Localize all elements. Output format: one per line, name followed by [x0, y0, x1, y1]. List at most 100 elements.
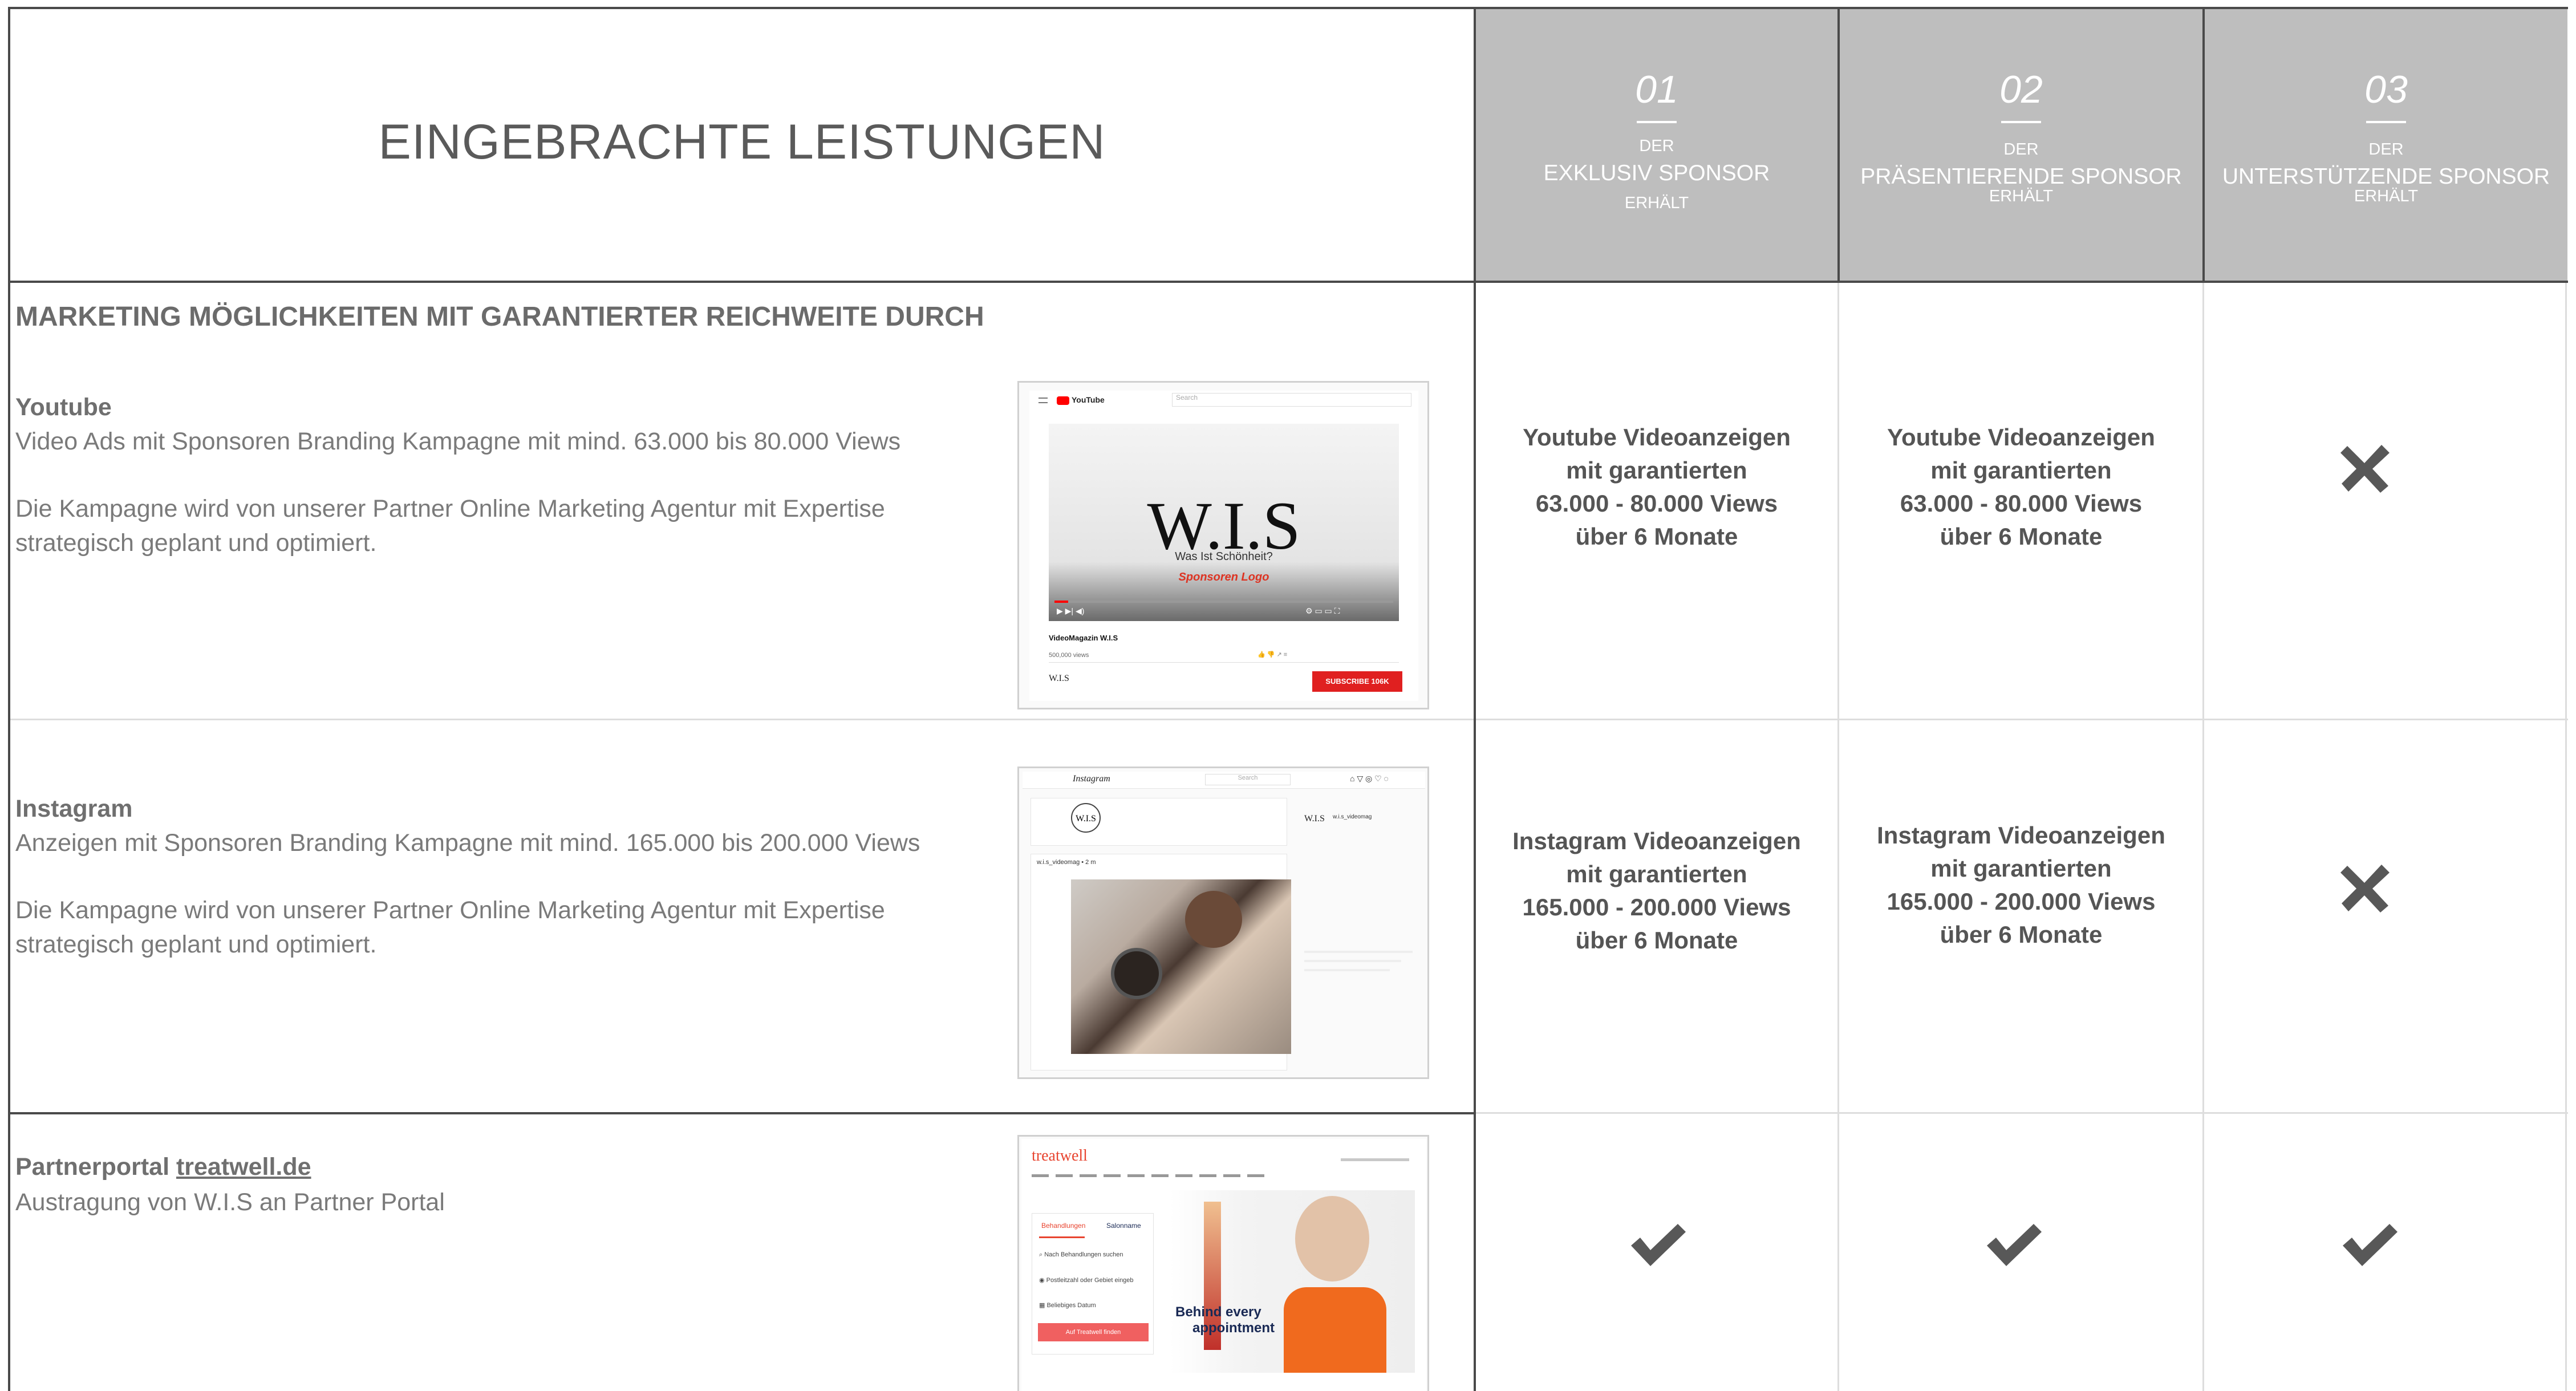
- column-number: 03: [2364, 68, 2408, 111]
- treatment-search-input: ⌕ Nach Behandlungen suchen: [1039, 1251, 1123, 1258]
- sidebar-text-line: [1304, 960, 1401, 962]
- number-underline: [1637, 121, 1677, 123]
- cell-line: mit garantierten: [1930, 855, 2112, 882]
- page-title: EINGEBRACHTE LEISTUNGEN: [378, 115, 1106, 169]
- sponsor-logo: Sponsoren Logo: [1178, 571, 1269, 583]
- date-input: ▦ Beliebiges Datum: [1039, 1302, 1096, 1309]
- cell-line: Youtube Videoanzeigen: [1523, 424, 1791, 451]
- column-post: ERHÄLT: [1624, 194, 1689, 212]
- youtube-logo-icon: [1057, 396, 1069, 405]
- col-divider-light-3: [2565, 283, 2567, 1391]
- cell-line: 165.000 - 200.000 Views: [1887, 888, 2156, 915]
- play-icon: ▶ ▶| ◀): [1057, 606, 1085, 615]
- post-handle: w.i.s_videomag • 2 m: [1037, 859, 1096, 866]
- divider: [1049, 662, 1399, 663]
- location-input: ◉ Postleitzahl oder Gebiet eingeb: [1039, 1277, 1134, 1284]
- cell-line: 63.000 - 80.000 Views: [1900, 490, 2143, 517]
- field-label: Nach Behandlungen suchen: [1044, 1251, 1123, 1258]
- cell-youtube-col2: Youtube Videoanzeigen mit garantierten 6…: [1840, 421, 2202, 553]
- row-title-instagram: Instagram: [15, 795, 133, 822]
- row-desc-youtube-3: strategisch geplant und optimiert.: [15, 529, 377, 557]
- row-title-prefix: Partnerportal: [15, 1153, 176, 1181]
- treatwell-brand: treatwell: [1032, 1147, 1088, 1165]
- model-face: [1295, 1196, 1369, 1281]
- x-mark-icon: [2340, 445, 2390, 493]
- x-mark-icon: [2340, 865, 2390, 913]
- table-left-border: [8, 7, 10, 1391]
- cell-line: über 6 Monate: [1940, 523, 2103, 550]
- row-desc-instagram-3: strategisch geplant und optimiert.: [15, 931, 377, 958]
- person: [1185, 891, 1242, 948]
- player-controls-icon: ⚙ ▭ ▭ ⛶: [1305, 606, 1340, 615]
- field-label: Beliebiges Datum: [1046, 1302, 1096, 1309]
- row-divider-light: [10, 719, 1474, 720]
- youtube-screenshot: YouTube Search W.I.S Was Ist Schönheit? …: [1017, 381, 1429, 709]
- hero-headline-2: appointment: [1192, 1320, 1275, 1336]
- header-column-2: 02 DER PRÄSENTIERENDE SPONSOR ERHÄLT: [1840, 9, 2202, 281]
- hero-headline-1: Behind every: [1175, 1304, 1261, 1320]
- cell-line: 165.000 - 200.000 Views: [1522, 894, 1791, 920]
- header-bottom-border: [8, 281, 2568, 283]
- sidebar-text-line: [1304, 951, 1413, 953]
- instagram-topbar: Instagram Search ⌂ ▽ ◎ ♡ ◌: [1023, 772, 1425, 789]
- row-divider-light-right: [1476, 719, 2568, 720]
- column-name: UNTERSTÜTZENDE SPONSOR: [2222, 164, 2550, 189]
- row-title-youtube: Youtube: [15, 394, 112, 421]
- treatwell-screenshot: treatwell Behind every appointment Behan…: [1017, 1135, 1429, 1391]
- column-post: ERHÄLT: [1989, 187, 2054, 205]
- instagram-brand: Instagram: [1073, 774, 1110, 784]
- hand-mirror: [1111, 948, 1162, 999]
- number-underline: [2001, 121, 2041, 123]
- progress-track: [1054, 601, 1393, 603]
- treatwell-login: [1341, 1158, 1409, 1161]
- col-divider-light-1: [1837, 283, 1839, 1391]
- row-desc-instagram-2: Die Kampagne wird von unserer Partner On…: [15, 897, 885, 924]
- column-pre: DER: [1639, 137, 1674, 155]
- post-video: [1071, 879, 1291, 1054]
- instagram-screenshot: Instagram Search ⌂ ▽ ◎ ♡ ◌ W.I.S W.I.S w…: [1017, 767, 1429, 1079]
- tab-underline: [1039, 1236, 1085, 1238]
- post-card: w.i.s_videomag • 2 m: [1031, 854, 1291, 1070]
- treatwell-page: treatwell Behind every appointment Behan…: [1021, 1139, 1426, 1391]
- cell-line: Youtube Videoanzeigen: [1887, 424, 2155, 451]
- treatwell-nav: [1032, 1174, 1271, 1177]
- row-title-partnerportal: Partnerportal treatwell.de: [15, 1153, 311, 1181]
- column-number: 01: [1635, 68, 1678, 111]
- row-divider-light-right-2: [1476, 1112, 2568, 1114]
- column-pre: DER: [2003, 140, 2039, 159]
- cell-youtube-col1: Youtube Videoanzeigen mit garantierten 6…: [1476, 421, 1837, 553]
- instagram-nav-icon: ⌂ ▽ ◎ ♡ ◌: [1350, 774, 1389, 783]
- progress-fill: [1054, 601, 1068, 603]
- col-divider-light-2: [2202, 283, 2204, 1391]
- cell-instagram-col1: Instagram Videoanzeigen mit garantierten…: [1476, 825, 1837, 957]
- video-title: VideoMagazin W.I.S: [1049, 634, 1118, 642]
- field-label: Postleitzahl oder Gebiet eingeb: [1046, 1277, 1134, 1284]
- check-mark-icon: [1987, 1224, 2042, 1266]
- model-top: [1284, 1287, 1386, 1373]
- subscribe-button: SUBSCRIBE 106K: [1312, 671, 1402, 692]
- row-desc-youtube-1: Video Ads mit Sponsoren Branding Kampagn…: [15, 428, 901, 455]
- find-button: Auf Treatwell finden: [1038, 1323, 1149, 1341]
- row-desc-youtube-2: Die Kampagne wird von unserer Partner On…: [15, 495, 885, 522]
- row-desc-instagram-1: Anzeigen mit Sponsoren Branding Kampagne…: [15, 829, 920, 857]
- cell-line: mit garantierten: [1566, 457, 1747, 484]
- treatwell-link[interactable]: treatwell.de: [176, 1153, 311, 1181]
- column-pre: DER: [2368, 140, 2404, 159]
- column-number: 02: [1999, 68, 2043, 111]
- stories-bar: W.I.S: [1031, 798, 1287, 846]
- cell-line: 63.000 - 80.000 Views: [1535, 490, 1778, 517]
- cell-line: mit garantierten: [1930, 457, 2112, 484]
- number-underline: [2366, 121, 2406, 123]
- cell-instagram-col2: Instagram Videoanzeigen mit garantierten…: [1840, 819, 2202, 951]
- tab-behandlungen: Behandlungen: [1041, 1222, 1086, 1230]
- search-card: Behandlungen Salonname ⌕ Nach Behandlung…: [1032, 1213, 1154, 1354]
- column-name: EXKLUSIV SPONSOR: [1543, 161, 1770, 185]
- wis-tagline: Was Ist Schönheit?: [1175, 550, 1273, 563]
- header-column-3: 03 DER UNTERSTÜTZENDE SPONSOR ERHÄLT: [2205, 9, 2567, 281]
- check-mark-icon: [1631, 1224, 1686, 1266]
- section-title: MARKETING MÖGLICHKEITEN MIT GARANTIERTER…: [15, 302, 984, 332]
- cell-line: Instagram Videoanzeigen: [1512, 828, 1801, 854]
- menu-icon: [1038, 398, 1048, 403]
- video-views: 500,000 views: [1049, 652, 1089, 659]
- youtube-search-input: Search: [1172, 393, 1411, 407]
